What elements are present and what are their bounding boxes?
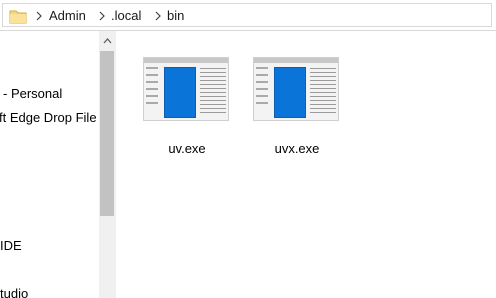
breadcrumb[interactable]: Admin .local bin bbox=[2, 3, 492, 27]
nav-scrollbar-thumb[interactable] bbox=[100, 51, 114, 216]
file-name[interactable]: uv.exe bbox=[142, 141, 232, 157]
scroll-up-arrow-icon[interactable] bbox=[99, 34, 116, 48]
file-name[interactable]: uvx.exe bbox=[252, 141, 342, 157]
exe-file-icon bbox=[253, 57, 339, 121]
address-bar: Admin .local bin bbox=[0, 0, 496, 31]
folder-icon bbox=[9, 10, 27, 24]
exe-file-icon bbox=[143, 57, 229, 121]
nav-item-edge-drop-files[interactable]: ft Edge Drop File bbox=[0, 110, 97, 126]
chevron-right-icon[interactable] bbox=[97, 9, 107, 23]
chevron-right-icon[interactable] bbox=[153, 9, 163, 23]
nav-item-ide[interactable]: IDE bbox=[0, 238, 22, 254]
file-item-uvx[interactable]: uvx.exe bbox=[252, 31, 344, 156]
breadcrumb-admin[interactable]: Admin bbox=[49, 8, 86, 24]
nav-item-onedrive-personal[interactable]: - Personal bbox=[3, 86, 62, 102]
file-item-uv[interactable]: uv.exe bbox=[142, 31, 234, 156]
breadcrumb-local[interactable]: .local bbox=[111, 8, 141, 24]
nav-item-studio[interactable]: tudio bbox=[0, 286, 28, 298]
chevron-right-icon[interactable] bbox=[34, 9, 44, 23]
breadcrumb-bin[interactable]: bin bbox=[167, 8, 184, 24]
